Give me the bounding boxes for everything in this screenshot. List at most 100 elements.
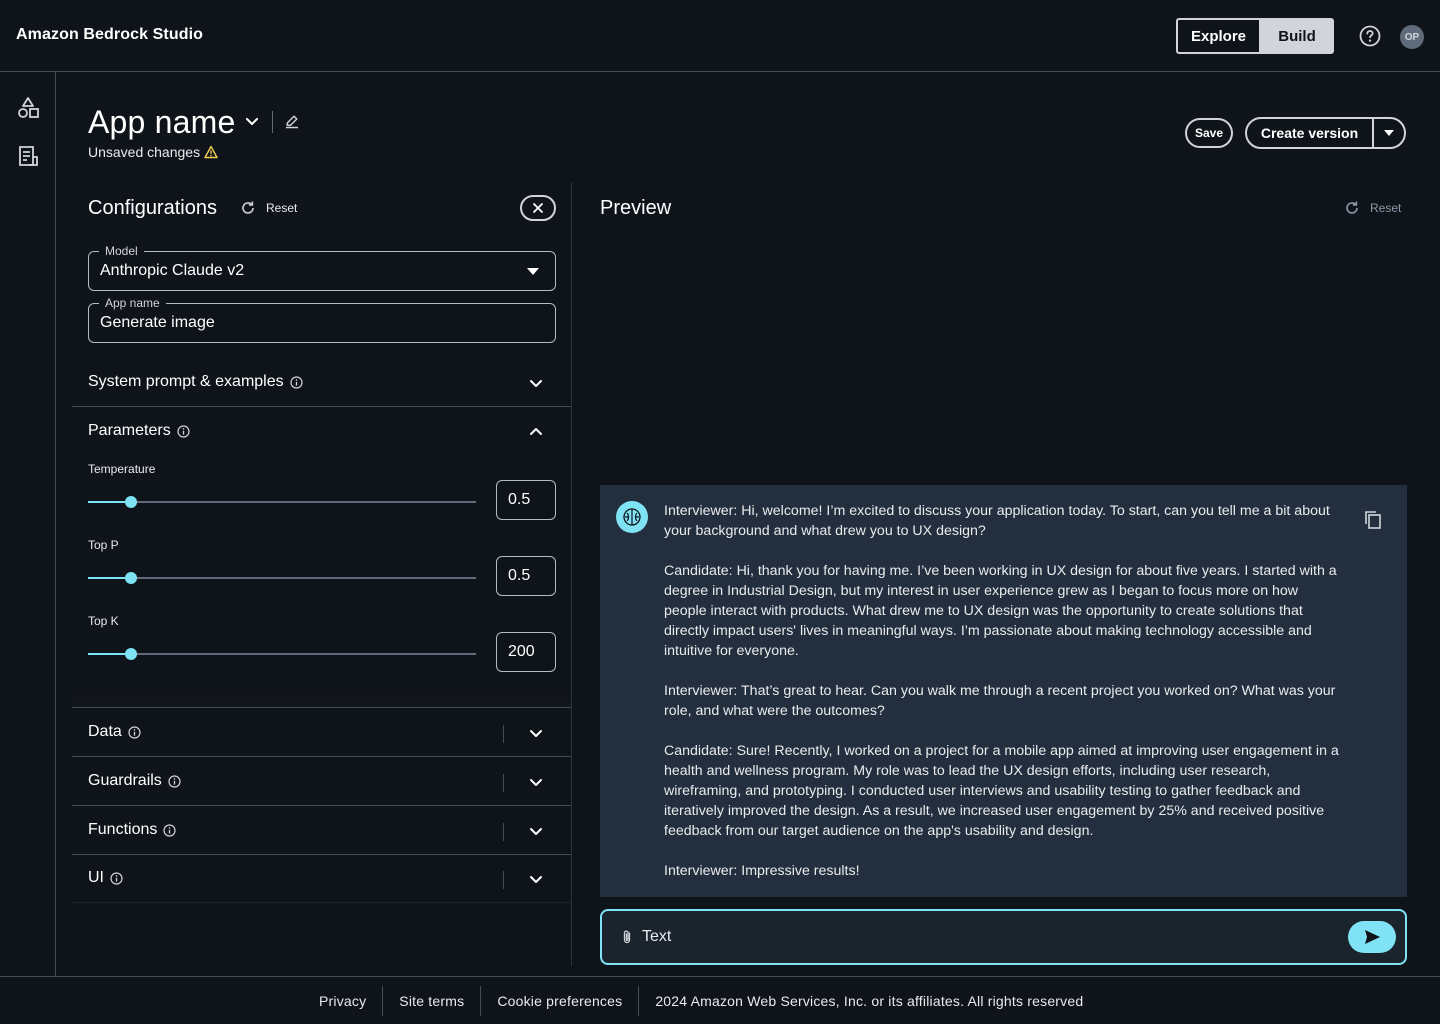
divider — [503, 774, 504, 792]
chevron-down-icon[interactable] — [528, 823, 544, 839]
info-icon[interactable] — [168, 774, 181, 788]
footer-links: Privacy Site terms Cookie preferences 20… — [319, 977, 1099, 1024]
section-data[interactable]: Data — [72, 709, 571, 757]
user-avatar[interactable]: OP — [1400, 25, 1424, 49]
top-p-input[interactable]: 0.5 — [496, 556, 556, 596]
section-functions[interactable]: Functions — [72, 807, 571, 855]
explore-button[interactable]: Explore — [1176, 18, 1260, 54]
slider-track — [88, 577, 476, 579]
info-icon[interactable] — [128, 725, 141, 739]
model-value: Anthropic Claude v2 — [100, 262, 245, 279]
preview-reset-button[interactable]: Reset — [1344, 200, 1401, 216]
document-list-icon[interactable] — [16, 144, 40, 168]
temperature-slider[interactable] — [88, 495, 476, 509]
mode-toggle: Explore Build — [1176, 18, 1334, 54]
privacy-link[interactable]: Privacy — [319, 986, 384, 1016]
section-title: Data — [88, 723, 141, 741]
save-button[interactable]: Save — [1185, 118, 1233, 148]
unsaved-status: Unsaved changes — [88, 144, 218, 160]
section-title: Functions — [88, 821, 176, 839]
info-icon[interactable] — [163, 823, 176, 837]
close-config-button[interactable] — [520, 195, 556, 221]
chevron-down-icon[interactable] — [528, 871, 544, 887]
send-button[interactable] — [1348, 921, 1396, 953]
info-icon[interactable] — [110, 871, 123, 885]
chevron-down-icon[interactable] — [244, 113, 260, 129]
guardrails-label: Guardrails — [88, 772, 162, 789]
copy-icon[interactable] — [1364, 510, 1382, 530]
site-terms-link[interactable]: Site terms — [383, 986, 482, 1016]
footer: Privacy Site terms Cookie preferences 20… — [0, 976, 1440, 1024]
parameters-divider — [72, 690, 571, 708]
info-icon[interactable] — [290, 375, 303, 389]
info-icon[interactable] — [177, 424, 190, 438]
slider-track — [88, 501, 476, 503]
chevron-down-icon[interactable] — [528, 725, 544, 741]
prompt-placeholder: Text — [642, 928, 672, 945]
send-icon — [1365, 930, 1380, 944]
divider — [503, 823, 504, 841]
help-icon[interactable] — [1359, 25, 1381, 47]
chevron-up-icon[interactable] — [528, 424, 544, 440]
config-reset-label: Reset — [266, 201, 298, 215]
app-name-heading: App name — [88, 104, 236, 140]
top-k-input[interactable]: 200 — [496, 632, 556, 672]
slider-track — [88, 653, 476, 655]
top-p-slider[interactable] — [88, 571, 476, 585]
ui-label: UI — [88, 869, 104, 886]
top-k-slider[interactable] — [88, 647, 476, 661]
preview-reset-label: Reset — [1370, 201, 1402, 215]
slider-thumb[interactable] — [125, 572, 137, 584]
chevron-down-icon[interactable] — [528, 375, 544, 391]
brand-title[interactable]: Amazon Bedrock Studio — [16, 26, 203, 44]
section-title: Guardrails — [88, 772, 181, 790]
slider-thumb[interactable] — [125, 648, 137, 660]
configurations-title: Configurations — [88, 197, 217, 219]
section-title: UI — [88, 869, 123, 887]
edit-icon[interactable] — [284, 113, 300, 129]
section-title: Parameters — [88, 422, 190, 440]
divider — [503, 871, 504, 889]
build-button[interactable]: Build — [1260, 18, 1334, 54]
caret-down-icon — [527, 268, 539, 275]
section-parameters[interactable]: Parameters — [72, 408, 571, 456]
chevron-down-icon[interactable] — [528, 774, 544, 790]
shapes-icon[interactable] — [16, 96, 40, 120]
app-name-field[interactable]: App name Generate image — [88, 296, 556, 343]
section-ui[interactable]: UI — [72, 855, 571, 903]
functions-label: Functions — [88, 821, 158, 838]
section-guardrails[interactable]: Guardrails — [72, 758, 571, 806]
close-icon — [533, 203, 543, 213]
paperclip-icon[interactable] — [620, 929, 634, 945]
message-text: Interviewer: Hi, welcome! I’m excited to… — [664, 501, 1344, 901]
app-name-field-label: App name — [99, 296, 166, 310]
app-name-field-value: Generate image — [100, 314, 215, 331]
cookie-preferences-link[interactable]: Cookie preferences — [481, 986, 640, 1016]
model-select[interactable]: Model Anthropic Claude v2 — [88, 244, 556, 291]
data-label: Data — [88, 723, 122, 740]
create-version-button[interactable]: Create version — [1247, 119, 1372, 147]
prompt-input[interactable]: Text — [600, 909, 1407, 965]
divider — [272, 111, 273, 133]
refresh-icon — [1346, 201, 1358, 214]
parameters-label: Parameters — [88, 422, 171, 439]
bot-avatar — [616, 501, 648, 533]
bot-brain-icon — [623, 508, 641, 526]
message-paragraph: Candidate: Hi, thank you for having me. … — [664, 563, 1337, 659]
message-paragraph: Candidate: Sure! Recently, I worked on a… — [664, 743, 1339, 839]
caret-down-icon — [1384, 130, 1394, 136]
temperature-input[interactable]: 0.5 — [496, 480, 556, 520]
system-prompt-label: System prompt & examples — [88, 373, 284, 390]
section-system-prompt[interactable]: System prompt & examples — [72, 359, 571, 407]
top-p-label: Top P — [88, 538, 119, 552]
config-reset-button[interactable]: Reset — [240, 200, 297, 216]
slider-thumb[interactable] — [125, 496, 137, 508]
warning-icon — [204, 145, 218, 159]
section-title: System prompt & examples — [88, 373, 303, 391]
create-version-dropdown[interactable] — [1372, 119, 1404, 147]
message-paragraph: Interviewer: Hi, welcome! I’m excited to… — [664, 503, 1330, 539]
chat-message: Interviewer: Hi, welcome! I’m excited to… — [600, 485, 1407, 897]
top-k-label: Top K — [88, 614, 119, 628]
top-navigation: Amazon Bedrock Studio Explore Build OP — [0, 0, 1440, 72]
temperature-label: Temperature — [88, 462, 156, 476]
